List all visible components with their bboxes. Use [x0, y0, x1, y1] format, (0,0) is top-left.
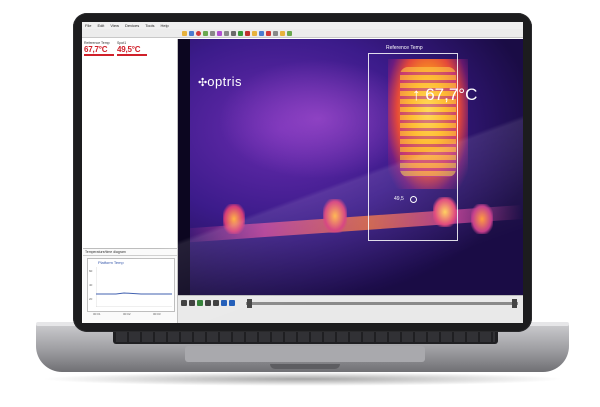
toolbar	[82, 29, 523, 38]
laptop-shadow	[40, 372, 565, 386]
y-tick-1: 60	[89, 269, 93, 273]
measure-2-value: 49,5°C	[117, 45, 141, 54]
brand-name: optris	[207, 74, 243, 89]
x-tick-3: 00:03	[153, 312, 161, 316]
thermal-insulator-2	[323, 199, 347, 233]
play-button-icon[interactable]	[197, 300, 203, 306]
fast-forward-icon[interactable]	[213, 300, 219, 306]
zoom-icon[interactable]	[210, 30, 215, 36]
grid-icon[interactable]	[231, 30, 236, 36]
trackpad	[185, 346, 425, 362]
max-temperature: ↑ 67,7°C	[412, 85, 478, 104]
chart-divider	[83, 255, 177, 256]
menu-devices[interactable]: Devices	[125, 22, 139, 29]
thermal-insulator-1	[223, 204, 245, 234]
chart-plot-area[interactable]: Platform Temp 60 40 20	[87, 258, 175, 312]
x-tick-2: 00:02	[123, 312, 131, 316]
menu-view[interactable]: View	[110, 22, 119, 29]
spot-marker-icon[interactable]	[410, 196, 417, 203]
optris-logo: ✣optris	[198, 73, 242, 91]
step-back-icon[interactable]	[189, 300, 195, 306]
measure-2-bar	[117, 54, 147, 56]
measure-1-value: 67,7°C	[84, 45, 108, 54]
x-tick-1: 00:01	[93, 312, 101, 316]
snapshot-icon[interactable]	[203, 30, 208, 36]
layout-icon[interactable]	[259, 30, 264, 36]
palette-icon[interactable]	[217, 30, 222, 36]
roi-label: Reference Temp	[386, 45, 423, 51]
timeline-end-handle[interactable]	[512, 299, 517, 308]
playback-bar	[178, 295, 523, 323]
thermal-insulator-4	[471, 204, 493, 234]
thermal-left-edge	[178, 39, 190, 295]
laptop-screen: File Edit View Devices Tools Help Refere…	[82, 22, 523, 323]
stop-icon[interactable]	[245, 30, 250, 36]
step-forward-icon[interactable]	[205, 300, 211, 306]
play-icon[interactable]	[238, 30, 243, 36]
menu-edit[interactable]: Edit	[97, 22, 104, 29]
thermal-image-view[interactable]: Reference Temp ✣optris ↑ 67,7°C 49,5	[178, 39, 523, 295]
repeat-icon[interactable]	[229, 300, 235, 306]
open-icon[interactable]	[182, 30, 187, 36]
export-icon[interactable]	[287, 30, 292, 36]
menu-bar: File Edit View Devices Tools Help	[82, 22, 523, 29]
record-icon[interactable]	[196, 30, 201, 36]
flag-icon[interactable]	[266, 30, 271, 36]
roi-rectangle[interactable]	[368, 53, 458, 241]
logo-mark-icon: ✣	[198, 77, 208, 89]
folder-icon[interactable]	[280, 30, 285, 36]
timeline-slider[interactable]	[246, 302, 518, 305]
save-icon[interactable]	[189, 30, 194, 36]
timeline-start-handle[interactable]	[247, 299, 252, 308]
temperature-chart-panel: Temperature/time diagram Platform Temp 6…	[83, 248, 177, 323]
spot-temperature: 49,5	[394, 196, 404, 202]
y-tick-3: 20	[89, 297, 93, 301]
menu-help[interactable]: Help	[161, 22, 169, 29]
chart-series-line	[96, 267, 172, 307]
alarm-icon[interactable]	[252, 30, 257, 36]
ruler-icon[interactable]	[273, 30, 278, 36]
menu-file[interactable]: File	[85, 22, 91, 29]
loop-icon[interactable]	[221, 300, 227, 306]
chart-legend: Platform Temp	[98, 260, 124, 265]
settings-icon[interactable]	[224, 30, 229, 36]
chart-title: Temperature/time diagram	[85, 250, 126, 254]
measure-area-1[interactable]: Reference Temp 67,7°C	[84, 41, 114, 56]
y-tick-2: 40	[89, 283, 93, 287]
menu-tools[interactable]: Tools	[145, 22, 154, 29]
rewind-icon[interactable]	[181, 300, 187, 306]
measure-1-bar	[84, 54, 114, 56]
lid-notch	[270, 364, 340, 369]
measure-area-2[interactable]: Spot1 49,5°C	[117, 41, 147, 56]
